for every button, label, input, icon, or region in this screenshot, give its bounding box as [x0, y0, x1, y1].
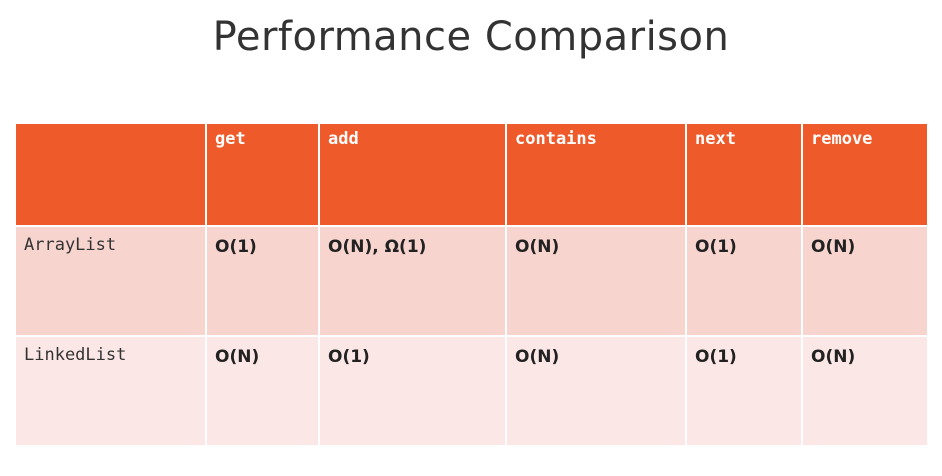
row-label: ArrayList	[14, 225, 207, 337]
cell-get: O(1)	[205, 225, 320, 337]
header-cell-empty	[14, 122, 207, 227]
cell-add: O(1)	[318, 335, 507, 447]
row-label: LinkedList	[14, 335, 207, 447]
header-row: get add contains next remove	[14, 122, 929, 227]
cell-next: O(1)	[685, 225, 803, 337]
header-cell-add: add	[318, 122, 507, 227]
header-cell-get: get	[205, 122, 320, 227]
cell-remove: O(N)	[801, 335, 929, 447]
header-cell-contains: contains	[505, 122, 687, 227]
cell-get: O(N)	[205, 335, 320, 447]
table-row-arraylist: ArrayList O(1) O(N), Ω(1) O(N) O(1) O(N)	[14, 225, 929, 337]
cell-remove: O(N)	[801, 225, 929, 337]
header-cell-next: next	[685, 122, 803, 227]
page-title: Performance Comparison	[212, 14, 730, 60]
cell-contains: O(N)	[505, 335, 687, 447]
table-row-linkedlist: LinkedList O(N) O(1) O(N) O(1) O(N)	[14, 335, 929, 447]
cell-contains: O(N)	[505, 225, 687, 337]
cell-next: O(1)	[685, 335, 803, 447]
header-cell-remove: remove	[801, 122, 929, 227]
cell-add: O(N), Ω(1)	[318, 225, 507, 337]
performance-table: get add contains next remove ArrayList O…	[14, 122, 929, 447]
